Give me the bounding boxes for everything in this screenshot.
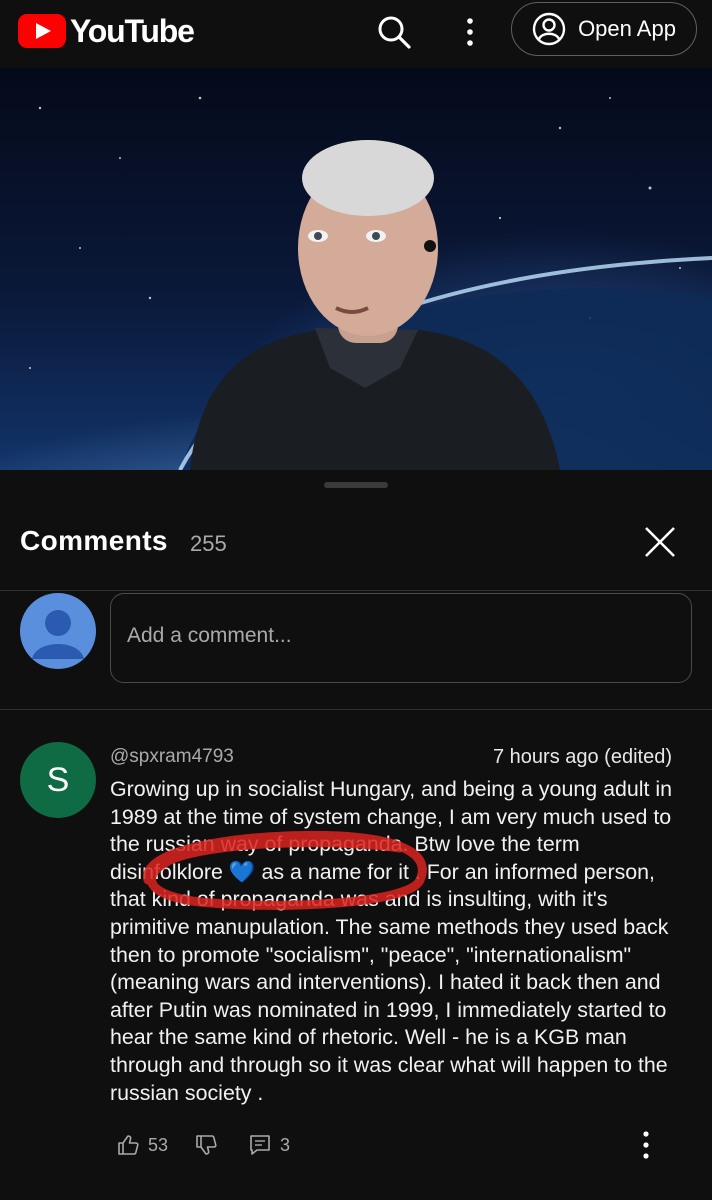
default-avatar-icon [32,610,84,659]
thumbs-up-icon [118,1135,139,1155]
top-bar: YouTube Open App [0,0,712,68]
divider [0,590,712,591]
comment-menu-button[interactable] [634,1130,658,1160]
search-button[interactable] [372,10,416,54]
comment-author[interactable]: @spxram4793 [110,746,234,768]
video-player[interactable] [0,68,712,470]
comment-time: 7 hours ago (edited) [492,746,672,768]
search-icon [378,16,411,49]
divider [0,709,712,710]
reply-count: 3 [280,1134,291,1155]
dislike-button[interactable] [194,1133,218,1157]
open-app-label: Open App [578,16,676,41]
comment-text: Growing up in socialist Hungary, and bei… [110,777,673,1105]
comments-panel: Comments 255 Add a comment... S @spxram4… [0,470,712,1200]
more-options-button[interactable] [448,10,492,54]
account-icon [532,12,566,46]
like-count: 53 [148,1134,169,1155]
comments-title: Comments [20,525,168,556]
commenter-avatar[interactable]: S [20,742,96,818]
logo-text: YouTube [70,12,195,49]
like-button[interactable]: 53 [116,1133,168,1157]
drag-handle[interactable] [324,482,388,488]
kebab-menu-icon [467,18,473,46]
add-comment-input[interactable]: Add a comment... [110,593,692,683]
youtube-logo[interactable]: YouTube [18,12,195,50]
video-frame [29,96,712,470]
user-avatar [20,593,96,669]
comment-icon [250,1135,270,1155]
comment-actions: 53 3 [116,1130,290,1160]
youtube-play-icon [18,14,66,48]
close-button[interactable] [640,522,680,562]
reply-button[interactable]: 3 [248,1133,290,1157]
comments-count: 255 [190,531,227,556]
kebab-menu-icon [643,1131,649,1159]
close-icon [645,527,675,557]
thumbs-down-icon [196,1135,217,1155]
open-app-button[interactable]: Open App [511,2,697,56]
